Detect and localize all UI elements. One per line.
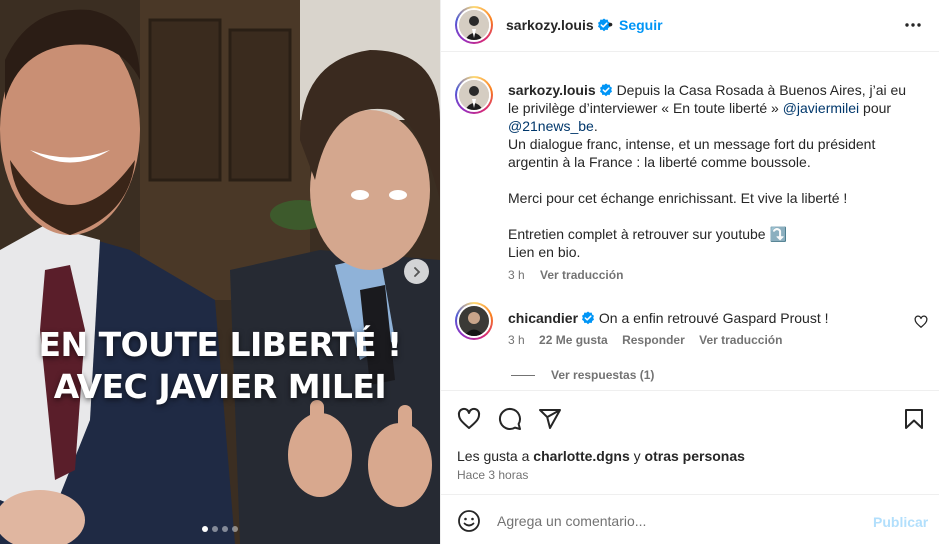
like-heart-icon[interactable] [457,407,481,431]
caption-author-avatar[interactable] [455,76,493,114]
comment-bubble-icon[interactable] [498,407,522,431]
caption-line-youtube: Entretien complet à retrouver sur youtub… [508,226,787,242]
carousel-dot [202,526,208,532]
profile-photo-icon [459,80,489,110]
verified-badge-icon [599,83,612,97]
caption-text-part-3: . [593,118,598,134]
caption-time[interactable]: 3 h [508,268,525,282]
caption-line-thanks: Merci pour cet échange enrichissant. Et … [508,190,848,206]
carousel-next-button[interactable] [404,259,429,284]
comment-translate-button[interactable]: Ver traducción [699,333,782,347]
profile-photo-icon [459,10,489,40]
carousel-dot [212,526,218,532]
post-photo-illustration [0,0,440,544]
post-image[interactable]: EN TOUTE LIBERTÉ ! AVEC JAVIER MILEI [0,0,440,544]
likes-user-link[interactable]: charlotte.dgns [533,448,629,464]
caption-username[interactable]: sarkozy.louis [508,82,596,98]
likes-others-link[interactable]: otras personas [645,448,745,464]
share-send-icon[interactable] [538,407,562,431]
author-username-text[interactable]: sarkozy.louis [506,17,594,33]
view-replies-button[interactable]: Ver respuestas (1) [511,368,654,382]
comment-body: On a enfin retrouvé Gaspard Proust ! [598,310,829,326]
likes-prefix: Les gusta a [457,448,534,464]
post-actions-bar: Les gusta a charlotte.dgns y otras perso… [441,390,939,494]
reply-button[interactable]: Responder [622,333,685,347]
comment-text: chicandier On a enfin retrouvé Gaspard P… [508,309,829,327]
comment-likes-count[interactable]: 22 Me gusta [539,333,608,347]
likes-summary: Les gusta a charlotte.dgns y otras perso… [457,448,745,464]
likes-mid: y [629,448,645,464]
caption-meta: 3 h Ver traducción [508,268,635,282]
overlay-title-line-1: EN TOUTE LIBERTÉ ! [38,325,402,364]
caption-line-bio: Lien en bio. [508,244,581,260]
follow-button[interactable]: Seguir [619,17,663,33]
replies-line-divider [511,374,535,376]
commenter-username[interactable]: chicandier [508,310,578,326]
overlay-title-line-2: AVEC JAVIER MILEI [53,367,387,406]
carousel-dot [232,526,238,532]
comment-input[interactable] [497,509,857,533]
mention-link-21news[interactable]: @21news_be [508,118,594,134]
author-avatar[interactable] [455,6,493,44]
carousel-dot [222,526,228,532]
chevron-right-icon [413,266,420,277]
comment-meta: 3 h 22 Me gusta Responder Ver traducción [508,333,793,347]
view-replies-label[interactable]: Ver respuestas (1) [551,368,654,382]
comment-like-heart-icon[interactable] [914,315,928,329]
profile-photo-icon [459,306,489,336]
carousel-indicator [0,526,440,532]
more-options-icon[interactable] [903,15,923,35]
caption-translate-button[interactable]: Ver traducción [540,268,623,282]
caption-text: sarkozy.louis Depuis la Casa Rosada à Bu… [508,81,920,261]
post-side-panel: sarkozy.louis • Seguir sarkozy.louis Dep… [440,0,939,544]
verified-badge-icon [582,311,595,325]
publish-button[interactable]: Publicar [873,514,928,530]
comment-time[interactable]: 3 h [508,333,525,347]
caption-line-dialogue: Un dialogue franc, intense, et un messag… [508,136,876,170]
add-comment-bar: Publicar [441,494,939,544]
caption-text-part-2: pour [859,100,892,116]
author-username[interactable]: sarkozy.louis [506,17,611,33]
mention-link-javiermilei[interactable]: @javiermilei [783,100,859,116]
header-separator: • [608,16,613,32]
emoji-icon[interactable] [457,509,481,533]
post-timestamp[interactable]: Hace 3 horas [457,468,528,482]
save-bookmark-icon[interactable] [902,407,926,431]
post-header: sarkozy.louis • Seguir [441,0,939,52]
commenter-avatar[interactable] [455,302,493,340]
